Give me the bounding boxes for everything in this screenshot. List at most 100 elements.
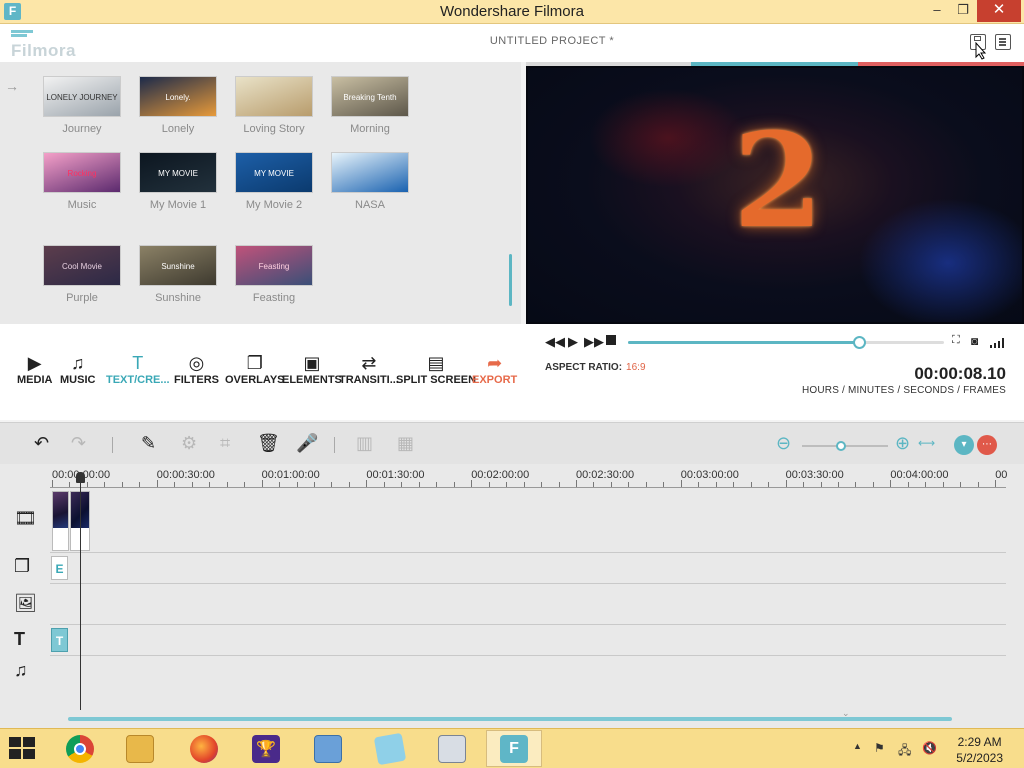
timeline-toolbar: ↶ ↷ ✎ ⚙ ⌗ 🗑 🎤 ▥ ▦ ⊖ ⊕ ⟷ ▾ ⋯	[0, 422, 1024, 464]
tray-expand-icon[interactable]: ▲	[853, 741, 862, 751]
taskbar-chrome[interactable]	[52, 730, 108, 767]
record-voice-icon[interactable]: 🎤	[296, 433, 318, 454]
text-clip[interactable]: T	[51, 628, 68, 652]
playhead-handle[interactable]	[76, 472, 85, 483]
back-arrow-icon[interactable]: →	[5, 78, 19, 94]
delete-icon[interactable]: 🗑	[257, 433, 280, 454]
action-center-flag-icon[interactable]: ⚑	[874, 741, 885, 755]
network-icon[interactable]: 🖧	[898, 741, 911, 762]
taskbar-control-panel[interactable]	[300, 730, 356, 767]
template-thumbnail: Breaking Tenth	[331, 76, 409, 117]
template-card[interactable]: Feasting Feasting	[235, 245, 313, 304]
edit-pencil-icon[interactable]: ✎	[141, 433, 156, 454]
crop-icon[interactable]: ⌗	[220, 433, 230, 454]
volume-muted-icon[interactable]: 🔇	[922, 741, 937, 755]
timeline-scrollbar[interactable]	[68, 717, 952, 721]
close-button[interactable]: ✕	[977, 0, 1021, 22]
progress-knob[interactable]	[852, 336, 866, 349]
fullscreen-icon[interactable]: ⛶	[952, 334, 960, 347]
window-title: Wondershare Filmora	[440, 3, 584, 20]
taskbar-firefox[interactable]	[176, 730, 232, 767]
marker-button[interactable]: ▾	[954, 435, 974, 455]
template-card[interactable]: Breaking Tenth Morning	[331, 76, 409, 135]
ruler-label: 00:03:30:00	[785, 469, 844, 481]
template-card[interactable]: Lonely. Lonely	[139, 76, 217, 135]
tool-elements[interactable]: ▣ ELEMENTS	[282, 352, 342, 386]
library-scrollbar[interactable]	[509, 254, 512, 306]
template-card[interactable]: Cool Movie Purple	[43, 245, 121, 304]
template-thumbnail: LONELY JOURNEY	[43, 76, 121, 117]
template-label: Sunshine	[155, 292, 201, 304]
template-card[interactable]: MY MOVIE My Movie 1	[139, 152, 217, 211]
tool-music[interactable]: ♫ MUSIC	[60, 352, 95, 386]
tool-text-cre[interactable]: T TEXT/CRE...	[106, 352, 170, 386]
zoom-slider[interactable]	[802, 441, 888, 451]
template-thumbnail	[331, 152, 409, 193]
tool-export[interactable]: ➦ EXPORT	[472, 352, 517, 386]
template-card[interactable]: NASA	[331, 152, 409, 211]
template-card[interactable]: Loving Story	[235, 76, 313, 135]
redo-icon[interactable]: ↷	[71, 433, 86, 454]
taskbar-trophy-app[interactable]: 🏆	[238, 730, 294, 767]
audio-mixer-icon[interactable]: ▥	[356, 433, 373, 454]
player-controls: ◀◀ ▶ ▶▶ ⛶ ◙ ASPECT RATIO: 16:9 00:00:08.1…	[526, 324, 1024, 420]
play-icon[interactable]: ▶	[568, 334, 578, 350]
tool-media[interactable]: ▶ MEDIA	[17, 352, 52, 386]
rewind-icon[interactable]: ◀◀	[545, 334, 565, 350]
template-card[interactable]: Rocking Music	[43, 152, 121, 211]
tool-split-screen[interactable]: ▤ SPLIT SCREEN	[396, 352, 476, 386]
aspect-ratio-value[interactable]: 16:9	[626, 362, 645, 373]
video-clip[interactable]	[52, 491, 69, 551]
playback-progress[interactable]	[628, 336, 944, 349]
notepad-icon	[373, 732, 407, 765]
template-thumbnail: MY MOVIE	[139, 152, 217, 193]
more-button[interactable]: ⋯	[977, 435, 997, 455]
template-label: Lonely	[161, 123, 195, 135]
element-track-icon: 🖼	[14, 593, 37, 613]
media-library-panel: → LONELY JOURNEY Journey Lonely. Lonely Lovi…	[0, 62, 521, 324]
fast-forward-icon[interactable]: ▶▶	[584, 334, 604, 350]
template-label: Purple	[66, 292, 98, 304]
text-icon: T	[132, 353, 144, 373]
music-track-icon: ♫	[14, 660, 28, 680]
tool-transiti[interactable]: ⇄ TRANSITI...	[339, 352, 399, 386]
chrome-icon	[66, 734, 94, 763]
fit-timeline-icon[interactable]: ⟷	[918, 436, 935, 450]
template-thumbnail: Cool Movie	[43, 245, 121, 286]
template-thumbnail: Feasting	[235, 245, 313, 286]
template-card[interactable]: LONELY JOURNEY Journey	[43, 76, 121, 135]
tool-overlays[interactable]: ❐ OVERLAYS	[225, 352, 285, 386]
ruler-label: 00:04:00:00	[890, 469, 949, 481]
zoom-out-icon[interactable]: ⊖	[776, 433, 791, 454]
scene-detect-icon[interactable]: ▦	[397, 433, 414, 454]
menu-icon[interactable]	[995, 34, 1011, 50]
timeline-ruler[interactable]: 00:00:00:0000:00:30:0000:01:00:0000:01:3…	[50, 464, 1007, 488]
aspect-ratio: ASPECT RATIO: 16:9	[545, 362, 646, 373]
video-preview[interactable]: 2	[526, 66, 1024, 324]
tool-filters[interactable]: ◎ FILTERS	[174, 352, 219, 386]
element-clip[interactable]: E	[51, 556, 68, 580]
volume-icon[interactable]	[990, 336, 1004, 351]
zoom-knob[interactable]	[835, 441, 846, 451]
template-card[interactable]: Sunshine Sunshine	[139, 245, 217, 304]
template-card[interactable]: MY MOVIE My Movie 2	[235, 152, 313, 211]
app-header: Filmora UNTITLED PROJECT *	[0, 24, 1024, 62]
speed-icon[interactable]: ⚙	[181, 433, 197, 454]
timeline-panel: 00:00:00:0000:00:30:0000:01:00:0000:01:3…	[0, 464, 1024, 728]
start-button[interactable]	[9, 737, 37, 761]
restore-button[interactable]: ❐	[948, 0, 978, 22]
music-icon: ♫	[70, 353, 85, 373]
zoom-in-icon[interactable]: ⊕	[895, 433, 910, 454]
taskbar-notepad[interactable]	[362, 730, 418, 767]
stop-icon[interactable]	[606, 335, 616, 345]
system-clock[interactable]: 2:29 AM 5/2/2023	[956, 734, 1003, 766]
taskbar-task-manager[interactable]	[424, 730, 480, 767]
template-thumbnail	[235, 76, 313, 117]
undo-icon[interactable]: ↶	[34, 433, 49, 454]
project-title: UNTITLED PROJECT *	[489, 35, 615, 47]
ruler-label: 00:02:30:00	[576, 469, 635, 481]
playhead	[80, 472, 81, 710]
snapshot-icon[interactable]: ◙	[971, 334, 978, 348]
taskbar-file-explorer[interactable]	[112, 730, 168, 767]
taskbar-filmora[interactable]: F	[486, 730, 542, 767]
